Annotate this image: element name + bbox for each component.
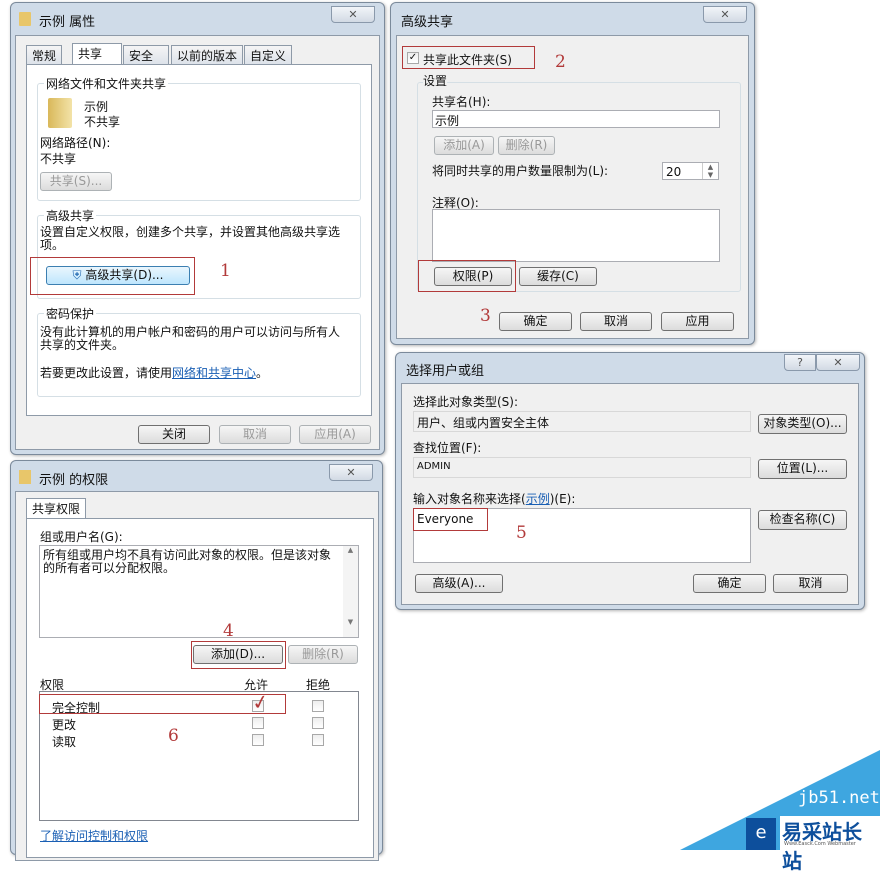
permission-row: 读取 [40, 732, 358, 749]
password-protection-group: 密码保护 没有此计算机的用户帐户和密码的用户可以访问与所有人共享的文件夹。 若要… [37, 305, 361, 397]
share-name-input[interactable]: 示例 [432, 110, 720, 128]
scrollbar[interactable]: ▲ ▼ [343, 546, 358, 637]
comment-textarea[interactable] [432, 209, 720, 262]
close-button[interactable]: ✕ [816, 354, 860, 371]
add-button[interactable]: 添加(A) [434, 136, 494, 155]
properties-dialog: 示例 属性 ✕ 常规 共享 安全 以前的版本 自定义 网络文件和文件夹共享 示例… [10, 2, 385, 455]
network-sharing-group: 网络文件和文件夹共享 示例 不共享 网络路径(N): 不共享 共享(S)... [37, 75, 361, 201]
examples-link[interactable]: 示例 [526, 492, 550, 506]
deny-checkbox[interactable] [312, 700, 324, 712]
annotation-box-1 [30, 257, 195, 295]
object-types-button[interactable]: 对象类型(O)... [758, 414, 847, 434]
annotation-box-5 [413, 508, 488, 531]
dialog-title: 选择用户或组 [406, 364, 485, 379]
location-field: ADMIN [413, 457, 751, 478]
watermark: jb51.net e 易采站长站 Www.Easck.Com Webmaster [680, 740, 880, 874]
brand-logo: e [746, 818, 776, 850]
apply-button[interactable]: 应用(A) [299, 425, 371, 444]
remove-button[interactable]: 删除(R) [288, 645, 358, 664]
close-button[interactable]: ✕ [329, 464, 373, 481]
cancel-button[interactable]: 取消 [773, 574, 848, 593]
remove-button[interactable]: 删除(R) [498, 136, 555, 155]
dialog-title: 示例 属性 [39, 15, 96, 30]
close-button[interactable]: ✕ [703, 6, 747, 23]
annotation-box-6 [39, 694, 286, 714]
advanced-button[interactable]: 高级(A)... [415, 574, 503, 593]
ok-button[interactable]: 确定 [693, 574, 766, 593]
permission-row: 更改 [40, 715, 358, 732]
allow-checkbox[interactable] [252, 717, 264, 729]
apply-button[interactable]: 应用 [661, 312, 734, 331]
advanced-sharing-dialog: 高级共享 ✕ ✓ 共享此文件夹(S) 2 设置 共享名(H): 示例 添加(A)… [390, 2, 755, 345]
cancel-button[interactable]: 取消 [219, 425, 291, 444]
folder-icon [48, 98, 72, 128]
tab-sharing[interactable]: 共享 [72, 43, 122, 64]
tab-custom[interactable]: 自定义 [244, 45, 293, 64]
permissions-dialog: 示例 的权限 ✕ 共享权限 组或用户名(G): 所有组或用户均不具有访问此对象的… [10, 460, 383, 861]
cancel-button[interactable]: 取消 [580, 312, 652, 331]
cache-button[interactable]: 缓存(C) [519, 267, 597, 286]
allow-checkbox[interactable] [252, 734, 264, 746]
permissions-button[interactable]: 权限(P) [434, 267, 512, 286]
deny-checkbox[interactable] [312, 717, 324, 729]
deny-checkbox[interactable] [312, 734, 324, 746]
object-type-field: 用户、组或内置安全主体 [413, 411, 751, 432]
share-button[interactable]: 共享(S)... [40, 172, 112, 191]
help-button[interactable]: ? [784, 354, 816, 371]
tab-previous-versions[interactable]: 以前的版本 [171, 45, 244, 64]
close-dialog-button[interactable]: 关闭 [138, 425, 210, 444]
tab-security[interactable]: 安全 [123, 45, 169, 64]
spin-arrows-icon[interactable]: ▲ ▼ [702, 163, 718, 179]
share-folder-checkbox[interactable]: ✓ [407, 52, 419, 64]
access-control-help-link[interactable]: 了解访问控制和权限 [40, 827, 148, 844]
network-center-link[interactable]: 网络和共享中心 [172, 366, 256, 380]
dialog-title: 示例 的权限 [39, 473, 109, 488]
add-button[interactable]: 添加(D)... [193, 645, 283, 664]
user-limit-spinner[interactable]: 20 ▲ ▼ [662, 162, 719, 180]
ok-button[interactable]: 确定 [499, 312, 572, 331]
folder-icon [19, 470, 31, 484]
folder-icon [19, 12, 31, 26]
dialog-title: 高级共享 [401, 15, 454, 30]
check-names-button[interactable]: 检查名称(C) [758, 510, 847, 530]
select-users-dialog: 选择用户或组 ? ✕ 选择此对象类型(S): 用户、组或内置安全主体 对象类型(… [395, 352, 865, 610]
locations-button[interactable]: 位置(L)... [758, 459, 847, 479]
tab-share-permissions[interactable]: 共享权限 [26, 498, 87, 519]
users-listbox[interactable]: 所有组或用户均不具有访问此对象的权限。但是该对象的所有者可以分配权限。 ▲ ▼ [39, 545, 359, 638]
tab-general[interactable]: 常规 [26, 45, 63, 64]
close-button[interactable]: ✕ [331, 6, 375, 23]
